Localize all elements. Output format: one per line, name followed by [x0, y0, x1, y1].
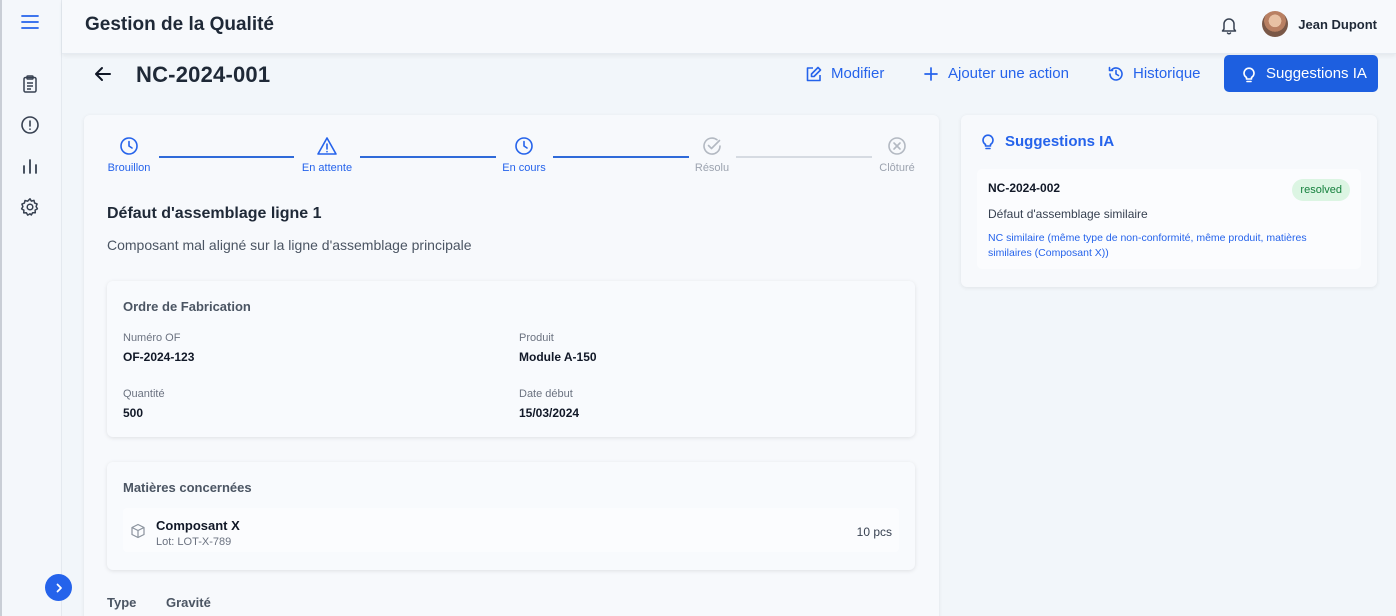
settings-icon[interactable]	[19, 196, 41, 218]
suggestion-title: Défaut d'assemblage similaire	[988, 207, 1148, 221]
step-en-attente: En attente	[287, 135, 367, 174]
suggestion-id[interactable]: NC-2024-002	[988, 181, 1060, 195]
clock-icon	[515, 137, 533, 155]
step-cloture: Clôturé	[857, 135, 937, 174]
ai-suggestions-title: Suggestions IA	[1005, 132, 1115, 150]
nc-detail-card: Brouillon En attente En cours Résolu Clô…	[84, 115, 939, 616]
step-label: Brouillon	[107, 162, 151, 174]
x-circle-icon	[888, 137, 906, 155]
materials-card: Matières concernées Composant X Lot: LOT…	[107, 462, 915, 570]
modifier-label: Modifier	[831, 65, 885, 82]
ai-suggestions-card: Suggestions IA NC-2024-002 resolved Défa…	[961, 115, 1377, 287]
step-label: Clôturé	[879, 162, 915, 174]
menu-icon[interactable]	[19, 11, 41, 33]
step-label: Résolu	[694, 162, 730, 174]
of-section-title: Ordre de Fabrication	[123, 299, 251, 314]
page-title: NC-2024-001	[136, 62, 271, 87]
quantite-value: 500	[123, 406, 144, 420]
app-title: Gestion de la Qualité	[85, 14, 274, 35]
gravite-label: Gravité	[166, 595, 211, 610]
nc-title: Défaut d'assemblage ligne 1	[107, 205, 322, 222]
avatar[interactable]	[1262, 11, 1288, 37]
materials-section-title: Matières concernées	[123, 480, 252, 495]
edit-icon	[806, 66, 822, 81]
produit-label: Produit	[519, 332, 554, 344]
numero-of-label: Numéro OF	[123, 332, 181, 344]
clock-icon	[120, 137, 138, 155]
modifier-button[interactable]: Modifier	[791, 55, 898, 92]
date-debut-label: Date début	[519, 388, 573, 400]
add-action-button[interactable]: Ajouter une action	[908, 55, 1083, 92]
ai-suggestions-header: Suggestions IA	[979, 132, 1114, 150]
material-item: Composant X Lot: LOT-X-789 10 pcs	[123, 508, 899, 552]
step-label: En cours	[502, 162, 546, 174]
status-stepper: Brouillon En attente En cours Résolu Clô…	[84, 115, 939, 185]
quantite-label: Quantité	[123, 388, 165, 400]
bell-icon[interactable]	[1218, 14, 1240, 36]
alert-circle-icon[interactable]	[19, 114, 41, 136]
historique-label: Historique	[1133, 65, 1201, 82]
step-en-cours: En cours	[484, 135, 564, 174]
material-name: Composant X	[156, 518, 240, 533]
back-arrow-icon[interactable]	[92, 63, 114, 85]
lightbulb-icon	[1243, 66, 1255, 82]
suggestions-ia-button[interactable]: Suggestions IA	[1224, 55, 1378, 92]
user-name[interactable]: Jean Dupont	[1298, 17, 1377, 32]
nc-description: Composant mal aligné sur la ligne d'asse…	[107, 237, 472, 253]
package-icon	[131, 523, 145, 539]
page-header: NC-2024-001 Modifier Ajouter une action …	[62, 54, 1396, 94]
numero-of-value: OF-2024-123	[123, 350, 195, 364]
suggestion-item[interactable]: NC-2024-002 resolved Défaut d'assemblage…	[977, 169, 1361, 269]
historique-button[interactable]: Historique	[1093, 55, 1215, 92]
chevron-right-icon	[56, 583, 62, 592]
step-connector	[736, 156, 872, 158]
history-icon	[1108, 66, 1123, 81]
warning-icon	[317, 137, 337, 155]
top-bar: Gestion de la Qualité Jean Dupont	[62, 0, 1396, 54]
sidebar-collapse-button[interactable]	[45, 574, 72, 601]
lightbulb-icon	[982, 134, 994, 150]
bar-chart-icon[interactable]	[19, 155, 41, 177]
date-debut-value: 15/03/2024	[519, 406, 580, 420]
sidebar	[0, 0, 62, 616]
clipboard-icon[interactable]	[19, 73, 41, 95]
of-card: Ordre de Fabrication Numéro OF OF-2024-1…	[107, 281, 915, 437]
type-label: Type	[107, 595, 137, 610]
suggestions-ia-label: Suggestions IA	[1266, 65, 1367, 82]
material-lot: Lot: LOT-X-789	[156, 536, 232, 548]
plus-icon	[924, 66, 938, 81]
step-resolu: Résolu	[672, 135, 752, 174]
step-connector	[159, 156, 294, 158]
status-badge: resolved	[1292, 179, 1350, 201]
step-label: En attente	[301, 162, 353, 174]
check-circle-icon	[703, 137, 721, 155]
suggestion-reason: NC similaire (même type de non-conformit…	[988, 232, 1307, 259]
step-brouillon: Brouillon	[89, 135, 169, 174]
material-qty: 10 pcs	[856, 525, 892, 539]
step-connector	[360, 156, 496, 158]
add-action-label: Ajouter une action	[948, 65, 1069, 82]
produit-value: Module A-150	[519, 350, 597, 364]
step-connector	[553, 156, 689, 158]
